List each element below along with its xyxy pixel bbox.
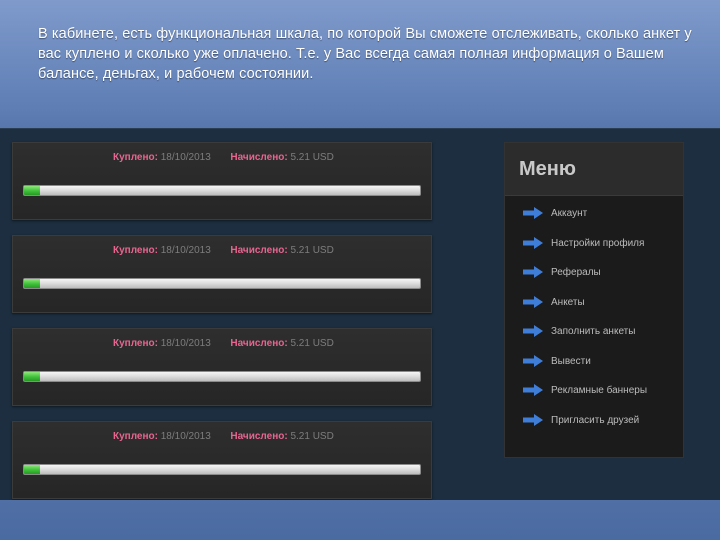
charged-value: 5.21 USD	[290, 338, 334, 349]
charged-label: Начислено:	[230, 338, 288, 349]
bought-value: 18/10/2013	[160, 431, 211, 442]
arrow-right-icon	[523, 236, 543, 249]
menu-item-ad-banners[interactable]: Рекламные баннеры	[505, 376, 683, 406]
progress-bar	[23, 185, 421, 196]
bought-label: Куплено:	[113, 338, 158, 349]
menu-item-questionnaires[interactable]: Анкеты	[505, 288, 683, 318]
intro-text: В кабинете, есть функциональная шкала, п…	[38, 26, 692, 82]
progress-fill	[24, 279, 40, 288]
menu-item-fill-questionnaires[interactable]: Заполнить анкеты	[505, 317, 683, 347]
menu-item-label: Анкеты	[551, 296, 585, 308]
charged-label: Начислено:	[230, 245, 288, 256]
card-info-line: Куплено: 18/10/2013 Начислено: 5.21 USD	[113, 152, 334, 163]
arrow-right-icon	[523, 295, 543, 308]
balance-card: Куплено: 18/10/2013 Начислено: 5.21 USD	[12, 421, 432, 499]
bottom-band	[0, 500, 720, 540]
card-info-line: Куплено: 18/10/2013 Начислено: 5.21 USD	[113, 245, 334, 256]
bought-value: 18/10/2013	[160, 245, 211, 256]
menu-title: Меню	[519, 158, 576, 180]
bought-value: 18/10/2013	[160, 338, 211, 349]
arrow-right-icon	[523, 384, 543, 396]
progress-fill	[24, 186, 40, 195]
menu-list: Аккаунт Настройки профиля Рефералы Анкет…	[505, 199, 683, 435]
progress-fill	[24, 465, 40, 474]
bought-value: 18/10/2013	[160, 152, 211, 163]
menu-item-withdraw[interactable]: Вывести	[505, 347, 683, 377]
bought-label: Куплено:	[113, 431, 158, 442]
menu-item-label: Настройки профиля	[551, 237, 645, 249]
bought-label: Куплено:	[113, 152, 158, 163]
arrow-right-icon	[523, 325, 543, 337]
menu-item-invite-friends[interactable]: Пригласить друзей	[505, 406, 683, 436]
menu-item-account[interactable]: Аккаунт	[505, 199, 683, 229]
balance-card: Куплено: 18/10/2013 Начислено: 5.21 USD	[12, 235, 432, 313]
side-menu: Меню Аккаунт Настройки профиля Рефералы …	[504, 142, 684, 458]
bought-label: Куплено:	[113, 245, 158, 256]
card-info-line: Куплено: 18/10/2013 Начислено: 5.21 USD	[113, 338, 334, 349]
balance-card: Куплено: 18/10/2013 Начислено: 5.21 USD	[12, 142, 432, 220]
menu-item-label: Аккаунт	[551, 208, 588, 219]
menu-item-label: Рекламные баннеры	[551, 385, 648, 396]
progress-bar	[23, 371, 421, 382]
card-info-line: Куплено: 18/10/2013 Начислено: 5.21 USD	[113, 431, 334, 442]
arrow-right-icon	[523, 413, 543, 426]
menu-item-label: Пригласить друзей	[551, 414, 640, 426]
menu-item-label: Заполнить анкеты	[551, 326, 636, 337]
charged-value: 5.21 USD	[290, 245, 334, 256]
balance-card: Куплено: 18/10/2013 Начислено: 5.21 USD	[12, 328, 432, 406]
charged-label: Начислено:	[230, 431, 288, 442]
progress-bar	[23, 278, 421, 289]
charged-value: 5.21 USD	[290, 431, 334, 442]
progress-bar	[23, 464, 421, 475]
arrow-right-icon	[523, 354, 543, 367]
arrow-right-icon	[523, 266, 543, 278]
menu-header: Меню	[505, 143, 683, 196]
menu-item-referrals[interactable]: Рефералы	[505, 258, 683, 288]
charged-value: 5.21 USD	[290, 152, 334, 163]
menu-item-profile-settings[interactable]: Настройки профиля	[505, 229, 683, 259]
arrow-right-icon	[523, 207, 543, 219]
menu-item-label: Рефералы	[551, 267, 601, 278]
progress-fill	[24, 372, 40, 381]
charged-label: Начислено:	[230, 152, 288, 163]
menu-item-label: Вывести	[551, 355, 591, 367]
